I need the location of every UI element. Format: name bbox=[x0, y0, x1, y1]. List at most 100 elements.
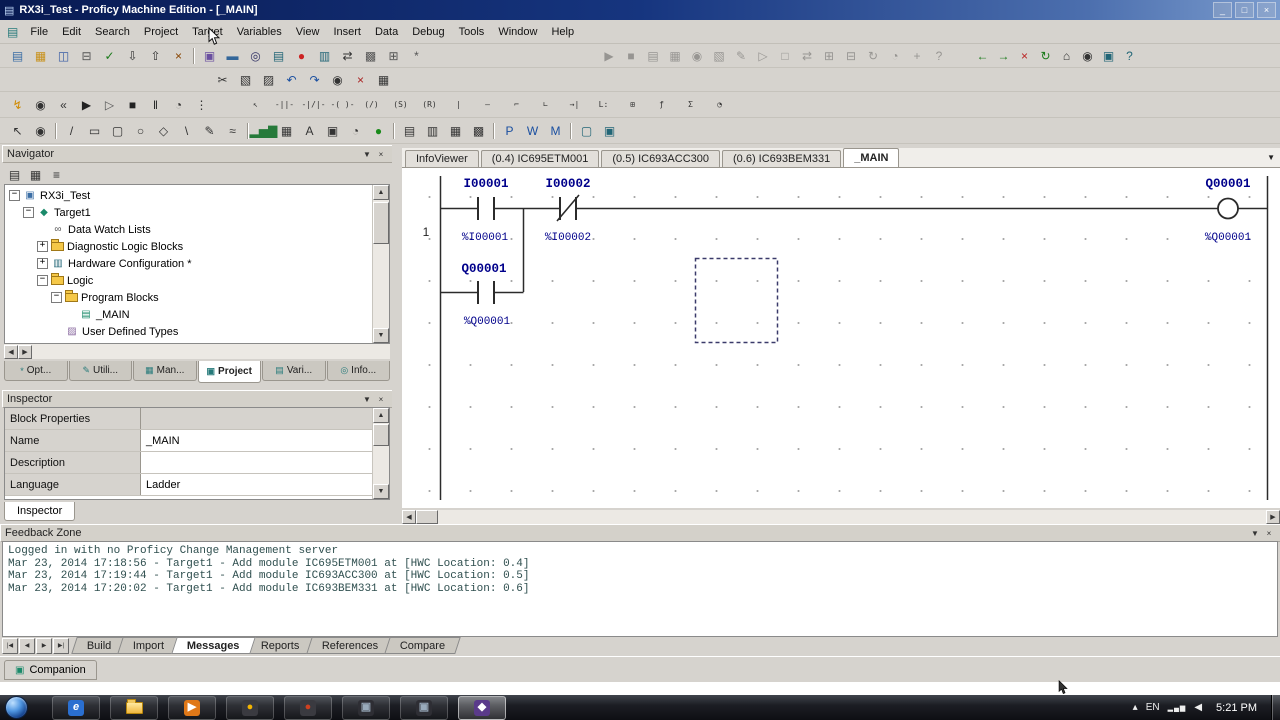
menu-project[interactable]: Project bbox=[137, 23, 185, 41]
record-icon[interactable]: ● bbox=[290, 45, 313, 66]
scroll-right-icon[interactable]: ▶ bbox=[18, 345, 32, 359]
wire-down-icon[interactable]: ∟ bbox=[531, 94, 560, 115]
jump-icon[interactable]: →| bbox=[560, 94, 589, 115]
reference-table-mixed-icon[interactable]: ▦ bbox=[444, 120, 467, 141]
show-hidden-icons-button[interactable]: ▴ bbox=[1133, 702, 1138, 713]
menu-variables[interactable]: Variables bbox=[230, 23, 289, 41]
search-icon[interactable]: ◉ bbox=[1077, 45, 1098, 66]
selection-cell[interactable] bbox=[696, 259, 778, 343]
sweep-icon[interactable]: ↻ bbox=[862, 45, 884, 66]
run-mode-icon[interactable]: ▷ bbox=[752, 45, 774, 66]
open-icon[interactable]: ▦ bbox=[29, 45, 52, 66]
navigator-tab-man[interactable]: ▦Man... bbox=[133, 361, 197, 381]
pin-icon[interactable]: ▼ bbox=[1248, 527, 1262, 539]
scroll-up-icon[interactable]: ▲ bbox=[373, 408, 389, 423]
validate-icon[interactable]: ✓ bbox=[98, 45, 121, 66]
fault-table-icon[interactable]: ▤ bbox=[642, 45, 664, 66]
text-tool-icon[interactable]: A bbox=[298, 120, 321, 141]
close-icon[interactable]: × bbox=[374, 148, 388, 160]
show-desktop-button[interactable] bbox=[1271, 695, 1280, 720]
editor-tab-infoviewer[interactable]: InfoViewer bbox=[405, 150, 479, 167]
language-indicator[interactable]: EN bbox=[1146, 702, 1160, 713]
volume-icon[interactable]: ◀ bbox=[1194, 702, 1202, 713]
upload-from-plc-icon[interactable]: ⇧ bbox=[144, 45, 167, 66]
tree-expander-icon[interactable]: − bbox=[23, 207, 34, 218]
set-coil-icon[interactable]: (S) bbox=[386, 94, 415, 115]
redo-icon[interactable]: ↷ bbox=[303, 69, 326, 90]
close-icon[interactable]: × bbox=[374, 393, 388, 405]
taskbar-media-player-icon[interactable]: ▶ bbox=[168, 696, 216, 720]
ellipse-tool-icon[interactable]: ○ bbox=[129, 120, 152, 141]
scroll-left-icon[interactable]: ◀ bbox=[402, 510, 416, 524]
tree-node-main[interactable]: ▤_MAIN bbox=[5, 306, 373, 323]
maximize-button[interactable]: □ bbox=[1235, 2, 1254, 18]
scrollbar-thumb[interactable] bbox=[373, 202, 389, 244]
forward-icon[interactable]: → bbox=[993, 45, 1014, 66]
screen-icon[interactable]: ▢ bbox=[575, 120, 598, 141]
network-icon[interactable]: ▂▄▆ bbox=[1168, 704, 1187, 712]
pen-tool-icon[interactable]: ✎ bbox=[198, 120, 221, 141]
navigator-tab-opt[interactable]: *Opt... bbox=[4, 361, 68, 381]
io-overrides-icon[interactable]: ⇄ bbox=[336, 45, 359, 66]
navigator-tab-info[interactable]: ◎Info... bbox=[327, 361, 391, 381]
property-value[interactable]: Ladder bbox=[141, 474, 373, 495]
menu-edit[interactable]: Edit bbox=[55, 23, 88, 41]
clear-icon[interactable]: × bbox=[167, 45, 190, 66]
tree-expander-icon[interactable]: + bbox=[37, 258, 48, 269]
print-icon[interactable]: ⊟ bbox=[75, 45, 98, 66]
property-value[interactable]: _MAIN bbox=[141, 430, 373, 451]
indicator-tool-icon[interactable]: ● bbox=[367, 120, 390, 141]
scrollbar-thumb[interactable] bbox=[416, 510, 438, 524]
clock-sync-icon[interactable]: ◔ bbox=[884, 45, 906, 66]
reference-view-icon[interactable]: ▥ bbox=[313, 45, 336, 66]
scroll-up-icon[interactable]: ▲ bbox=[373, 185, 389, 200]
menu-data[interactable]: Data bbox=[368, 23, 405, 41]
rectangle-tool-icon[interactable]: ▭ bbox=[83, 120, 106, 141]
tree-node-hardware-configuration[interactable]: +▥Hardware Configuration * bbox=[5, 255, 373, 272]
data-grid-icon[interactable]: ▩ bbox=[467, 120, 490, 141]
stop-navigation-icon[interactable]: × bbox=[1014, 45, 1035, 66]
home-icon[interactable]: ⌂ bbox=[1056, 45, 1077, 66]
companion-tab[interactable]: ▣ Companion bbox=[4, 660, 97, 680]
unforce-icon[interactable]: ⊟ bbox=[840, 45, 862, 66]
tree-node-rx3i-test[interactable]: −▣RX3i_Test bbox=[5, 187, 373, 204]
status-icon[interactable]: ◉ bbox=[686, 45, 708, 66]
call-block-icon[interactable]: ⊞ bbox=[618, 94, 647, 115]
copy-icon[interactable]: ▧ bbox=[234, 69, 257, 90]
select-arrow-icon[interactable]: ↖ bbox=[6, 120, 29, 141]
menu-view[interactable]: View bbox=[289, 23, 327, 41]
nc-contact-1[interactable] bbox=[557, 195, 579, 221]
menu-window[interactable]: Window bbox=[491, 23, 544, 41]
navigator-tab-utili[interactable]: ✎Utili... bbox=[69, 361, 133, 381]
property-value[interactable] bbox=[141, 408, 373, 429]
minimize-button[interactable]: _ bbox=[1213, 2, 1232, 18]
scroll-down-icon[interactable]: ▼ bbox=[373, 484, 389, 499]
zoom-tool-icon[interactable]: ◉ bbox=[29, 120, 52, 141]
menu-file[interactable]: File bbox=[23, 23, 55, 41]
horizontal-wire-icon[interactable]: — bbox=[473, 94, 502, 115]
prev-tab-button[interactable]: ◀ bbox=[19, 638, 35, 654]
tree-node-user-defined-types[interactable]: ▨User Defined Types bbox=[5, 323, 373, 340]
watch-window-icon[interactable]: W bbox=[521, 120, 544, 141]
undo-icon[interactable]: ↶ bbox=[280, 69, 303, 90]
menu-insert[interactable]: Insert bbox=[326, 23, 368, 41]
pin-icon[interactable]: ▼ bbox=[360, 148, 374, 160]
test-edit-icon[interactable]: ✎ bbox=[730, 45, 752, 66]
navigator-horizontal-scrollbar[interactable]: ◀ ▶ bbox=[4, 344, 390, 359]
taskbar-app-icon-2[interactable]: ● bbox=[284, 696, 332, 720]
step-icon[interactable]: ▷ bbox=[98, 94, 121, 115]
calculator-icon[interactable]: ⊞ bbox=[382, 45, 405, 66]
save-icon[interactable]: ◫ bbox=[52, 45, 75, 66]
scroll-left-icon[interactable]: ◀ bbox=[4, 345, 18, 359]
tree-node-data-watch-lists[interactable]: ∞Data Watch Lists bbox=[5, 221, 373, 238]
force-icon[interactable]: ⊞ bbox=[818, 45, 840, 66]
vertical-wire-icon[interactable]: | bbox=[444, 94, 473, 115]
stop-icon[interactable]: ■ bbox=[121, 94, 144, 115]
line-tool-icon[interactable]: / bbox=[60, 120, 83, 141]
editor-tab-0-6-ic693bem331[interactable]: (0.6) IC693BEM331 bbox=[722, 150, 841, 167]
tree-collapse-icon[interactable]: ▤ bbox=[4, 165, 25, 184]
back-icon[interactable]: ← bbox=[972, 45, 993, 66]
scrollbar-thumb[interactable] bbox=[373, 424, 389, 446]
find-icon[interactable]: ◉ bbox=[326, 69, 349, 90]
tab-list-dropdown-icon[interactable]: ▼ bbox=[1267, 153, 1275, 162]
